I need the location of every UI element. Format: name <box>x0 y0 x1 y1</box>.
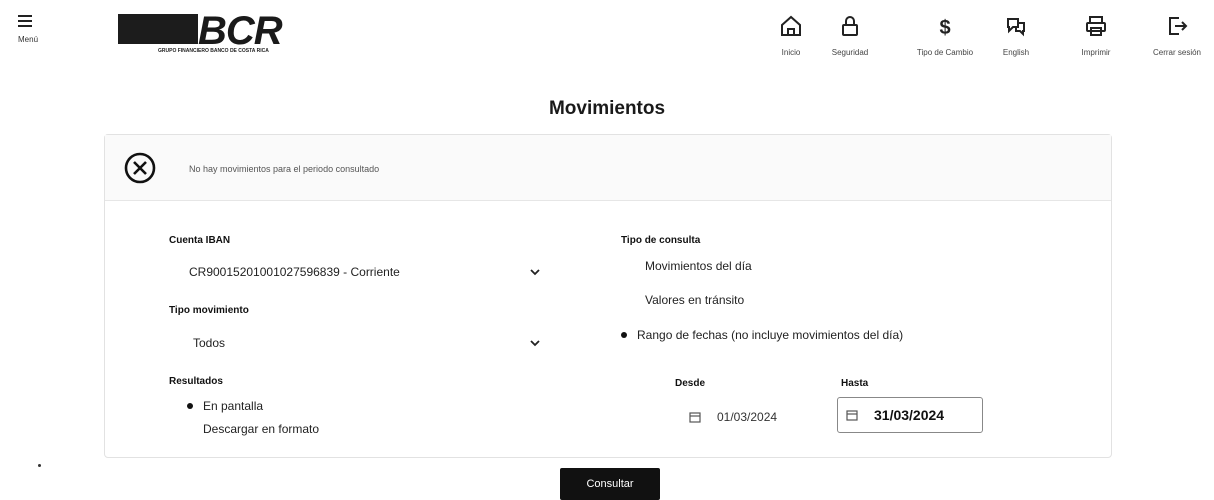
close-circle-icon[interactable] <box>123 151 157 185</box>
to-date-input[interactable]: 31/03/2024 <box>837 397 983 433</box>
type-label: Tipo movimiento <box>169 305 249 316</box>
query-option-range[interactable]: Rango de fechas (no incluye movimientos … <box>621 328 903 342</box>
chevron-down-icon <box>530 340 540 347</box>
account-value: CR90015201001027596839 - Corriente <box>189 265 400 279</box>
nav-label: English <box>1002 48 1030 57</box>
alert-message: No hay movimientos para el periodo consu… <box>189 164 380 174</box>
nav-label: Cerrar sesión <box>1152 48 1201 57</box>
menu-button[interactable]: Menú <box>18 14 58 44</box>
account-label: Cuenta IBAN <box>169 235 231 246</box>
to-label: Hasta <box>841 378 869 389</box>
consultar-button[interactable]: Consultar <box>560 468 660 500</box>
nav-label: Inicio <box>781 48 801 57</box>
logo-mark <box>118 14 198 44</box>
alert-banner: No hay movimientos para el periodo consu… <box>105 135 1111 201</box>
nav-label: Imprimir <box>1081 48 1111 57</box>
nav-cerrar-sesion[interactable]: Cerrar sesión <box>1142 14 1212 57</box>
movements-card: No hay movimientos para el periodo consu… <box>104 134 1112 458</box>
type-value: Todos <box>193 336 226 350</box>
lock-icon <box>842 16 858 36</box>
radio-unselected-icon <box>629 297 635 303</box>
query-label: Tipo de consulta <box>621 235 701 246</box>
chevron-down-icon <box>530 269 540 276</box>
nav-english[interactable]: English <box>981 14 1051 57</box>
type-select[interactable]: Todos <box>193 332 541 354</box>
account-select[interactable]: CR90015201001027596839 - Corriente <box>189 261 541 283</box>
results-option-download[interactable]: Descargar en formato <box>187 422 319 436</box>
from-date-input[interactable]: 01/03/2024 <box>681 399 811 435</box>
nav-tipo-cambio[interactable]: $ Tipo de Cambio <box>910 14 980 57</box>
results-label: Resultados <box>169 376 223 387</box>
translate-icon <box>1007 18 1025 37</box>
from-date-value: 01/03/2024 <box>717 410 778 424</box>
logout-icon <box>1169 17 1188 35</box>
calendar-icon <box>689 412 701 423</box>
printer-icon <box>1086 16 1106 36</box>
calendar-icon <box>846 410 858 421</box>
top-bar: Menú BCR GRUPO FINANCIERO BANCO DE COSTA… <box>0 0 1214 80</box>
radio-unselected-icon <box>187 426 193 432</box>
results-option-screen[interactable]: En pantalla <box>187 399 263 413</box>
nav-imprimir[interactable]: Imprimir <box>1061 14 1131 57</box>
query-option-label: Rango de fechas (no incluye movimientos … <box>637 328 904 342</box>
nav-label: Tipo de Cambio <box>916 48 974 57</box>
query-option-today[interactable]: Movimientos del día <box>629 259 752 273</box>
query-option-label: Valores en tránsito <box>645 293 745 307</box>
logo-subtitle: GRUPO FINANCIERO BANCO DE COSTA RICA <box>158 48 269 54</box>
results-option-label: En pantalla <box>203 399 264 413</box>
hamburger-icon <box>18 15 32 27</box>
menu-label: Menú <box>18 35 39 44</box>
dollar-icon: $ <box>939 17 950 38</box>
radio-selected-icon <box>187 403 193 409</box>
nav-label: Seguridad <box>831 48 869 57</box>
bcr-logo[interactable]: BCR GRUPO FINANCIERO BANCO DE COSTA RICA <box>118 9 288 60</box>
decorative-dot <box>38 464 41 467</box>
to-date-value: 31/03/2024 <box>874 407 945 423</box>
radio-selected-icon <box>621 332 627 338</box>
query-option-transit[interactable]: Valores en tránsito <box>629 293 744 307</box>
from-label: Desde <box>675 378 706 389</box>
page-title: Movimientos <box>548 98 666 119</box>
svg-text:$: $ <box>939 17 950 38</box>
query-option-label: Movimientos del día <box>645 259 752 273</box>
home-icon <box>781 15 801 36</box>
nav-seguridad[interactable]: Seguridad <box>815 14 885 57</box>
radio-unselected-icon <box>629 263 635 269</box>
results-option-label: Descargar en formato <box>203 422 320 436</box>
